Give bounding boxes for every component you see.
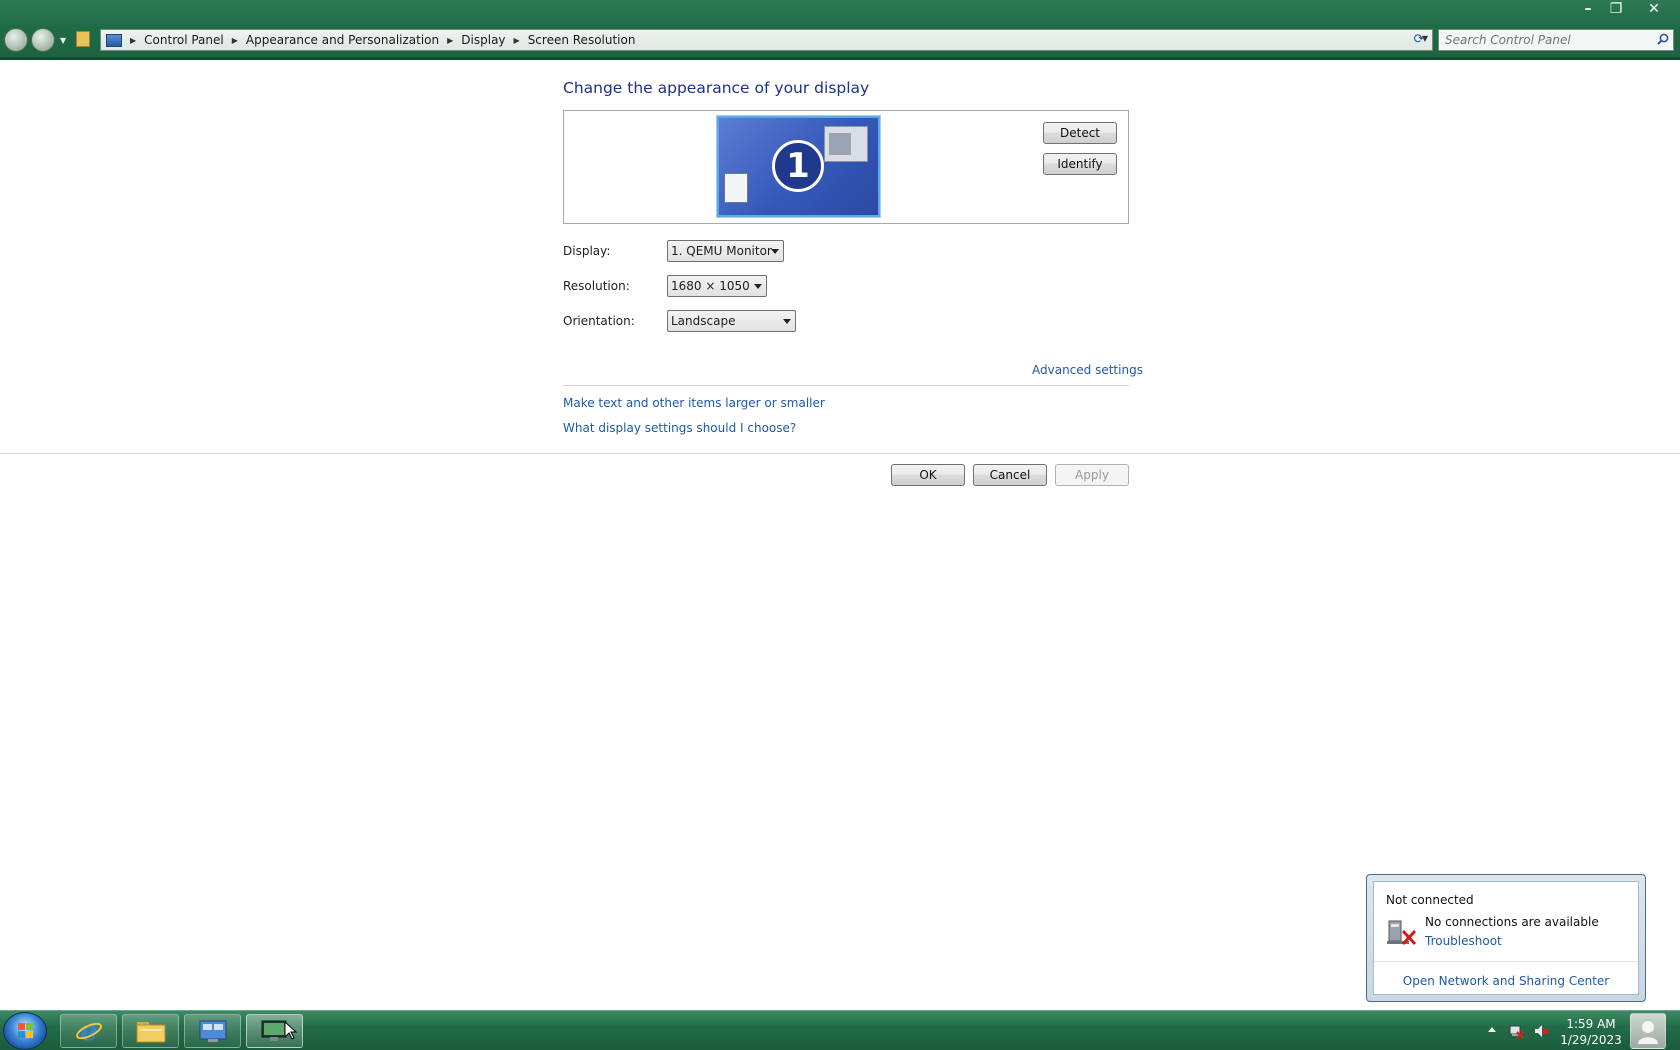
advanced-settings-link[interactable]: Advanced settings (1032, 363, 1143, 377)
network-flyout: Not connected No connections are availab… (1366, 874, 1646, 1002)
show-hidden-icons-icon[interactable] (1488, 1027, 1496, 1032)
taskbar-internet-explorer[interactable]: e (60, 1014, 117, 1048)
network-message: No connections are available (1425, 915, 1599, 929)
start-button[interactable] (3, 1012, 47, 1050)
folder-icon (136, 1022, 165, 1043)
monitor-1-thumbnail[interactable]: 1 (717, 116, 880, 217)
display-select-value: 1. QEMU Monitor (671, 244, 772, 258)
internet-explorer-icon: e (75, 1016, 102, 1046)
cancel-button[interactable]: Cancel (973, 464, 1047, 486)
volume-muted-icon[interactable] (1533, 1023, 1549, 1039)
control-panel-icon (106, 33, 122, 47)
network-tray-icon[interactable] (1508, 1023, 1524, 1039)
display-select[interactable]: 1. QEMU Monitor (667, 240, 784, 262)
breadcrumb-appearance[interactable]: Appearance and Personalization (246, 33, 439, 47)
resolution-select[interactable]: 1680 × 1050 (667, 275, 767, 297)
orientation-label: Orientation: (563, 314, 635, 328)
back-button[interactable] (4, 28, 28, 52)
breadcrumb-display[interactable]: Display (461, 33, 505, 47)
clock-date: 1/29/2023 (1560, 1033, 1622, 1047)
mouse-cursor-icon (285, 1022, 297, 1040)
chevron-down-icon (754, 284, 762, 289)
detect-button[interactable]: Detect (1043, 122, 1117, 144)
minimize-button[interactable]: – (1574, 0, 1602, 20)
monitor-number: 1 (772, 140, 824, 192)
chevron-down-icon (783, 319, 791, 324)
network-disconnected-icon (1387, 920, 1417, 946)
window-thumbnail-icon (824, 126, 868, 162)
ok-button[interactable]: OK (891, 464, 965, 486)
search-icon[interactable] (1657, 33, 1669, 45)
network-flyout-body: Not connected No connections are availab… (1373, 881, 1639, 995)
close-button[interactable]: ✕ (1640, 0, 1668, 20)
control-panel-icon (199, 1020, 226, 1042)
address-bar[interactable]: ▶ Control Panel ▶ Appearance and Persona… (100, 29, 1433, 51)
orientation-select[interactable]: Landscape (667, 310, 796, 332)
breadcrumb-separator-icon[interactable]: ▶ (232, 36, 238, 45)
troubleshoot-link[interactable]: Troubleshoot (1425, 934, 1502, 948)
search-input[interactable] (1439, 30, 1649, 50)
chevron-down-icon (771, 249, 779, 254)
display-preview-panel: 1 Detect Identify (563, 110, 1129, 224)
system-clock[interactable]: 1:59 AM 1/29/2023 (1558, 1016, 1624, 1048)
taskbar-control-panel[interactable] (184, 1014, 241, 1048)
footer-divider (0, 453, 1680, 454)
section-divider (563, 385, 1129, 386)
open-network-center-link[interactable]: Open Network and Sharing Center (1374, 974, 1638, 988)
windows-logo-icon (18, 1023, 33, 1038)
search-box[interactable] (1438, 29, 1674, 51)
breadcrumb-separator-icon[interactable]: ▶ (514, 36, 520, 45)
taskbar-file-explorer[interactable] (122, 1014, 179, 1048)
up-folder-icon[interactable] (76, 31, 90, 47)
taskbar: e 1:59 AM 1/29/2023 (0, 1010, 1680, 1050)
display-settings-help-link[interactable]: What display settings should I choose? (563, 421, 796, 435)
breadcrumb-screen-resolution[interactable]: Screen Resolution (528, 33, 636, 47)
breadcrumb-separator-icon[interactable]: ▶ (130, 36, 136, 45)
window-titlebar: – ❐ ✕ ▼ ▶ Control Panel ▶ Appearance and… (0, 0, 1680, 60)
clock-time: 1:59 AM (1566, 1017, 1616, 1031)
flyout-divider (1374, 961, 1638, 962)
display-label: Display: (563, 244, 611, 258)
orientation-select-value: Landscape (671, 314, 736, 328)
forward-button[interactable] (31, 28, 55, 52)
resolution-label: Resolution: (563, 279, 630, 293)
recent-pages-dropdown-icon[interactable]: ▼ (60, 36, 66, 45)
svg-text:e: e (80, 1016, 98, 1046)
breadcrumb-separator-icon[interactable]: ▶ (447, 36, 453, 45)
refresh-icon[interactable]: ⟳ (1408, 29, 1430, 51)
identify-button[interactable]: Identify (1043, 153, 1117, 175)
page-title: Change the appearance of your display (563, 79, 870, 97)
network-status-title: Not connected (1386, 893, 1474, 907)
document-thumbnail-icon (724, 173, 748, 203)
user-avatar-icon (1638, 1021, 1658, 1044)
user-tile-icon[interactable] (1630, 1013, 1666, 1049)
breadcrumb-control-panel[interactable]: Control Panel (144, 33, 224, 47)
resolution-select-value: 1680 × 1050 (671, 279, 750, 293)
text-size-link[interactable]: Make text and other items larger or smal… (563, 396, 825, 410)
apply-button[interactable]: Apply (1055, 464, 1129, 486)
maximize-button[interactable]: ❐ (1602, 0, 1630, 20)
